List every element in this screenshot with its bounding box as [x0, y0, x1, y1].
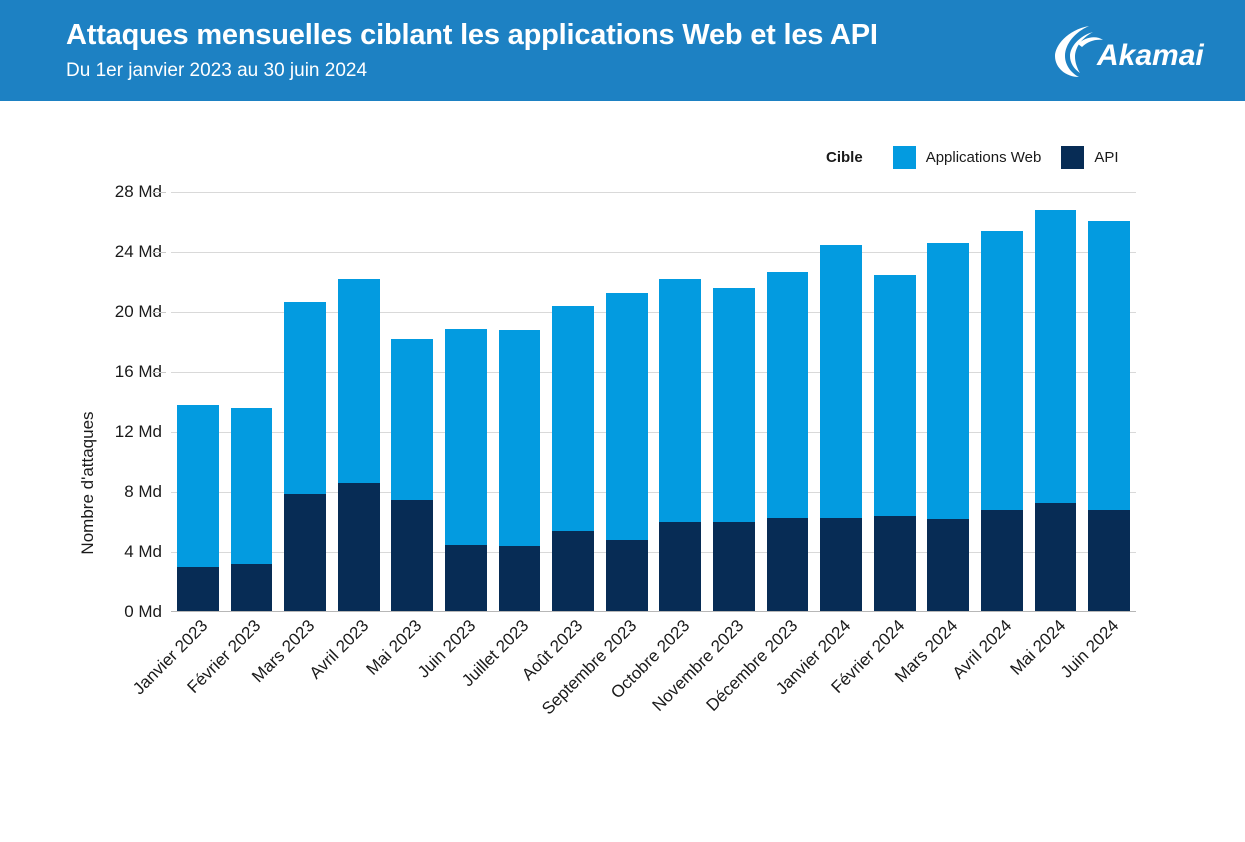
y-axis-tick-label: 12 Md [114, 422, 162, 441]
bar-stack[interactable] [873, 274, 916, 612]
bar-segment-applications-web[interactable] [981, 231, 1023, 510]
bar-stack[interactable] [444, 328, 487, 612]
page-title: Attaques mensuelles ciblant les applicat… [66, 19, 878, 51]
bar-segment-applications-web[interactable] [552, 306, 594, 531]
bar-segment-api[interactable] [820, 517, 863, 612]
bar-segment-api[interactable] [1034, 502, 1077, 612]
y-axis-tick-marks [152, 192, 168, 612]
bar-stack[interactable] [981, 231, 1023, 612]
bar-stack[interactable] [1034, 210, 1077, 612]
x-axis-line [171, 611, 1136, 612]
chart-container: Cible Applications Web API Nombre d'atta… [0, 101, 1245, 800]
y-axis-tick-mark [152, 192, 166, 193]
bar-segment-api[interactable] [552, 531, 594, 612]
bar-stack[interactable] [176, 405, 219, 612]
bar-segment-applications-web[interactable] [284, 301, 326, 494]
legend-item-applications-web[interactable]: Applications Web [892, 145, 1042, 169]
bar-segment-api[interactable] [766, 517, 809, 612]
bar-segment-applications-web[interactable] [927, 243, 970, 519]
y-axis-tick-label: 4 Md [124, 542, 162, 561]
bar-segment-applications-web[interactable] [176, 405, 219, 567]
bar-segment-applications-web[interactable] [820, 244, 863, 518]
bar-segment-applications-web[interactable] [605, 292, 648, 540]
bar-stack[interactable] [605, 292, 648, 612]
plot-area [171, 192, 1136, 612]
bar-segment-applications-web[interactable] [1088, 220, 1131, 510]
bar-segment-api[interactable] [444, 544, 487, 612]
legend-label-api: API [1094, 148, 1119, 166]
y-axis-tick-mark [152, 252, 166, 253]
bar-stack[interactable] [552, 306, 594, 612]
y-axis-tick-label: 16 Md [114, 362, 162, 381]
bar-stack[interactable] [284, 301, 326, 612]
bar-segment-applications-web[interactable] [873, 274, 916, 516]
bar-segment-api[interactable] [927, 519, 970, 612]
bar-segment-api[interactable] [176, 567, 219, 612]
y-axis-tick-mark [152, 372, 166, 373]
bar-segment-applications-web[interactable] [713, 288, 755, 522]
bar-stack[interactable] [766, 271, 809, 612]
bar-stack[interactable] [659, 279, 702, 612]
bar-segment-api[interactable] [605, 540, 648, 612]
bar-stack[interactable] [927, 243, 970, 612]
legend-swatch-applications-web [892, 145, 916, 169]
page-subtitle: Du 1er janvier 2023 au 30 juin 2024 [66, 60, 368, 81]
bar-stack[interactable] [230, 408, 273, 612]
legend-label-applications-web: Applications Web [925, 148, 1042, 166]
bar-segment-api[interactable] [337, 483, 380, 612]
bar-segment-applications-web[interactable] [1034, 210, 1077, 503]
bar-stack[interactable] [337, 279, 380, 612]
bar-segment-api[interactable] [284, 493, 326, 612]
bar-segment-applications-web[interactable] [766, 271, 809, 518]
y-axis-tick-label: 0 Md [124, 602, 162, 621]
legend-item-api[interactable]: API [1061, 145, 1119, 169]
y-axis-tick-label: 8 Md [124, 482, 162, 501]
page-header: Attaques mensuelles ciblant les applicat… [0, 0, 1245, 101]
legend-title: Cible [826, 148, 863, 166]
bar-stack[interactable] [820, 244, 863, 612]
chart-legend: Cible Applications Web API [826, 145, 1139, 169]
y-axis-tick-label: 20 Md [114, 302, 162, 321]
bar-segment-applications-web[interactable] [337, 279, 380, 483]
bar-segment-api[interactable] [391, 499, 434, 612]
y-axis-tick-labels: 0 Md 4 Md 8 Md 12 Md 16 Md 20 Md 24 Md 28 Md [70, 182, 162, 621]
y-axis-tick-label: 28 Md [114, 182, 162, 201]
bar-segment-applications-web[interactable] [659, 279, 702, 522]
bar-stack[interactable] [713, 288, 755, 612]
bar-segment-api[interactable] [981, 510, 1023, 612]
x-axis-tick-labels: Janvier 2023 Février 2023 Mars 2023 Avril 2… [129, 616, 1136, 796]
bar-segment-applications-web[interactable] [391, 339, 434, 500]
bar-segment-applications-web[interactable] [444, 328, 487, 545]
bar-segment-api[interactable] [713, 522, 755, 612]
bar-segment-api[interactable] [498, 546, 541, 612]
svg-text:Akamai: Akamai [1096, 39, 1204, 72]
y-axis-tick-mark [152, 312, 166, 313]
legend-swatch-api [1061, 145, 1085, 169]
bar-segment-applications-web[interactable] [498, 330, 541, 546]
bar-stack[interactable] [1088, 220, 1131, 612]
bar-segment-api[interactable] [873, 516, 916, 612]
bar-segment-applications-web[interactable] [230, 408, 273, 564]
gridline [171, 192, 1136, 193]
bar-segment-api[interactable] [1088, 510, 1131, 612]
bar-segment-api[interactable] [659, 522, 702, 612]
bar-stack[interactable] [498, 330, 541, 612]
bar-stack[interactable] [391, 339, 434, 612]
bar-segment-api[interactable] [230, 564, 273, 612]
y-axis-tick-label: 24 Md [114, 242, 162, 261]
akamai-logo: Akamai [1049, 22, 1209, 80]
